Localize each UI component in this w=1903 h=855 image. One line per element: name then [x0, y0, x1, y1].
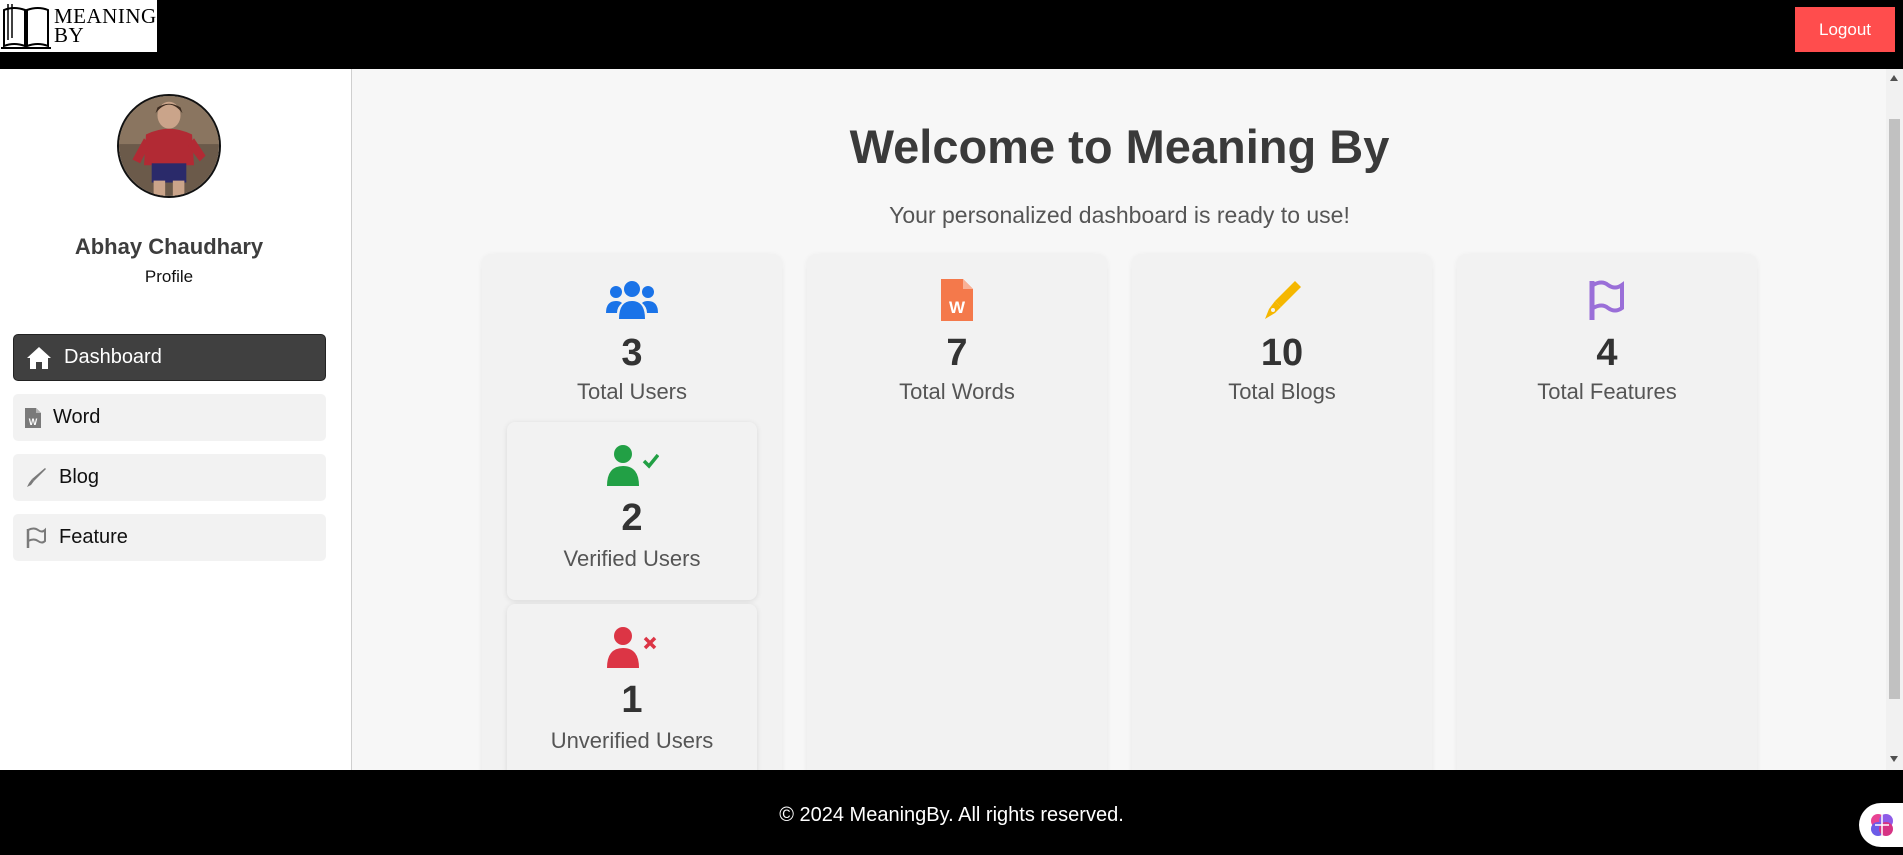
- sidebar-item-label: Word: [53, 406, 101, 428]
- stat-card-users: 3 Total Users 2 Verified Users 1 Unverif…: [482, 254, 782, 770]
- stat-value: 1: [621, 679, 643, 721]
- flag-icon: [1589, 280, 1624, 320]
- avatar-photo: [119, 96, 219, 196]
- scroll-up-arrow-icon[interactable]: [1890, 75, 1898, 81]
- app-logo[interactable]: MEANING BY: [0, 0, 157, 52]
- book-logo-icon: [1, 4, 51, 49]
- sidebar: Abhay Chaudhary Profile Dashboard W Word…: [0, 69, 352, 770]
- sidebar-item-dashboard[interactable]: Dashboard: [13, 334, 326, 381]
- home-icon: [27, 346, 51, 369]
- stat-label: Total Features: [1537, 379, 1677, 404]
- stat-subcard-unverified: 1 Unverified Users: [507, 604, 757, 770]
- floating-assistant-button[interactable]: [1859, 803, 1903, 847]
- stat-value: 10: [1260, 332, 1304, 374]
- stat-card-blogs: 10 Total Blogs: [1132, 254, 1432, 770]
- svg-text:W: W: [29, 417, 38, 427]
- user-check-icon: [607, 445, 659, 486]
- brain-icon: [1871, 814, 1893, 836]
- stat-label: Total Words: [899, 379, 1015, 404]
- sidebar-item-label: Blog: [59, 466, 100, 488]
- sidebar-item-feature[interactable]: Feature: [13, 514, 326, 561]
- scroll-down-arrow-icon[interactable]: [1890, 756, 1898, 762]
- sidebar-item-blog[interactable]: Blog: [13, 454, 326, 501]
- logo-text: MEANING BY: [54, 6, 157, 47]
- page-subtitle: Your personalized dashboard is ready to …: [889, 202, 1350, 228]
- top-bar: MEANING BY Logout: [0, 0, 1903, 69]
- sidebar-item-word[interactable]: W Word: [13, 394, 326, 441]
- pen-icon: [1265, 281, 1301, 319]
- avatar[interactable]: [117, 94, 221, 198]
- user-name: Abhay Chaudhary: [74, 234, 264, 259]
- pen-icon: [27, 467, 46, 487]
- stat-subcard-verified: 2 Verified Users: [507, 422, 757, 600]
- page-title: Welcome to Meaning By: [849, 120, 1390, 173]
- svg-text:W: W: [949, 298, 966, 317]
- stat-label: Total Users: [576, 379, 688, 404]
- stat-card-features: 4 Total Features: [1457, 254, 1757, 770]
- stat-value: 2: [621, 497, 643, 539]
- stat-value: 4: [1596, 332, 1618, 374]
- stat-label: Verified Users: [563, 546, 701, 571]
- user-x-icon: [607, 627, 657, 668]
- word-file-icon: W: [25, 407, 41, 428]
- profile-link[interactable]: Profile: [0, 267, 338, 287]
- footer: © 2024 MeaningBy. All rights reserved.: [0, 770, 1903, 855]
- stat-label: Unverified Users: [550, 728, 714, 753]
- logout-button[interactable]: Logout: [1795, 7, 1895, 52]
- flag-icon: [26, 527, 46, 548]
- main-content: Welcome to Meaning By Your personalized …: [353, 69, 1886, 770]
- stat-value: 3: [621, 332, 643, 374]
- stat-label: Total Blogs: [1228, 379, 1336, 404]
- scroll-thumb[interactable]: [1889, 119, 1900, 699]
- stat-card-words: W 7 Total Words: [807, 254, 1107, 770]
- sidebar-item-label: Dashboard: [64, 346, 162, 368]
- stat-value: 7: [946, 332, 968, 374]
- logo-line-2: BY: [54, 23, 85, 47]
- users-icon: [606, 281, 658, 319]
- main-scrollbar[interactable]: [1886, 69, 1903, 770]
- sidebar-item-label: Feature: [59, 526, 128, 548]
- word-file-icon: W: [941, 279, 973, 321]
- footer-copyright: © 2024 MeaningBy. All rights reserved.: [779, 804, 1124, 826]
